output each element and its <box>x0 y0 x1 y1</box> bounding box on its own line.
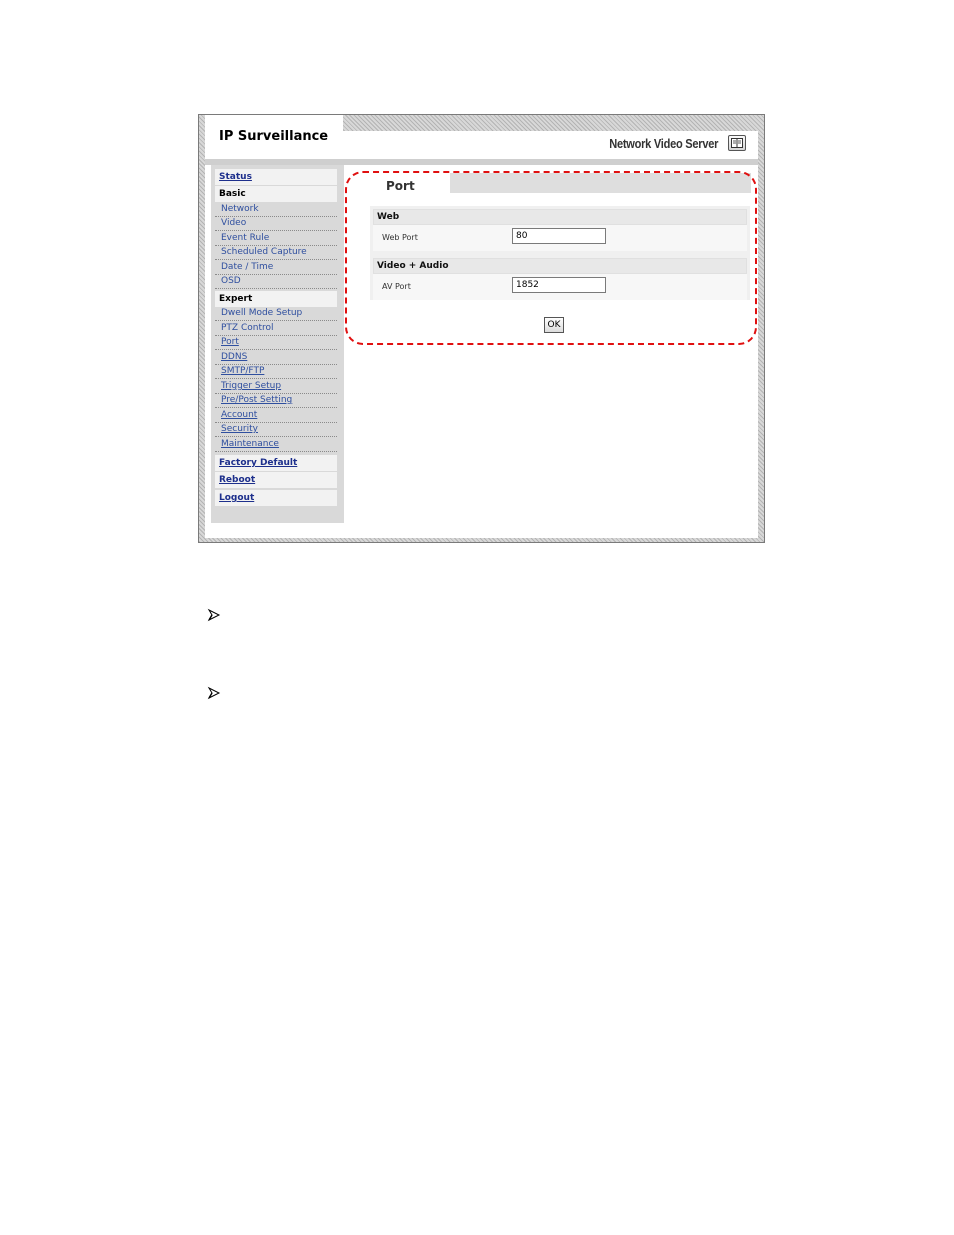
tab-port: Port <box>356 173 450 199</box>
sidebar-item-reboot[interactable]: Reboot <box>215 472 337 488</box>
page-title: Port <box>386 179 415 193</box>
port-form: Web Web Port Video + Audio AV Port <box>370 206 750 300</box>
sidebar-item-port[interactable]: Port <box>215 336 337 350</box>
web-port-input[interactable] <box>512 228 606 244</box>
sidebar-item-event-rule[interactable]: Event Rule <box>215 232 337 246</box>
sidebar: Status Basic Network Video Event Rule Sc… <box>211 165 344 523</box>
section-video-audio-header: Video + Audio <box>373 258 747 274</box>
sidebar-item-smtp-ftp[interactable]: SMTP/FTP <box>215 365 337 379</box>
sidebar-item-ddns[interactable]: DDNS <box>215 351 337 365</box>
sidebar-item-video[interactable]: Video <box>215 217 337 231</box>
ok-button[interactable]: OK <box>544 317 564 333</box>
av-port-label: AV Port <box>382 282 411 291</box>
arrow-bullet-icon <box>207 686 221 700</box>
sidebar-item-network[interactable]: Network <box>215 203 337 217</box>
sidebar-item-maintenance[interactable]: Maintenance <box>215 438 337 452</box>
sidebar-item-date-time[interactable]: Date / Time <box>215 261 337 275</box>
arrow-bullet-icon <box>207 608 221 622</box>
section-web-header: Web <box>373 209 747 225</box>
browser-screenshot: Network Video Server Status Basic Networ… <box>198 114 765 543</box>
av-port-row: AV Port <box>373 274 747 300</box>
av-port-input[interactable] <box>512 277 606 293</box>
sidebar-item-account[interactable]: Account <box>215 409 337 423</box>
web-port-label: Web Port <box>382 233 418 242</box>
app-title: IP Surveillance <box>219 129 329 144</box>
sidebar-item-ptz-control[interactable]: PTZ Control <box>215 322 337 336</box>
sidebar-item-logout[interactable]: Logout <box>215 490 337 506</box>
book-icon <box>731 138 743 148</box>
sidebar-item-status[interactable]: Status <box>215 169 337 185</box>
sidebar-item-trigger-setup[interactable]: Trigger Setup <box>215 380 337 394</box>
web-port-row: Web Port <box>373 225 747 251</box>
sidebar-heading-expert: Expert <box>215 291 337 307</box>
sidebar-item-security[interactable]: Security <box>215 423 337 437</box>
sidebar-item-pre-post-setting[interactable]: Pre/Post Setting <box>215 394 337 408</box>
tab-strip <box>450 173 751 193</box>
sidebar-item-factory-default[interactable]: Factory Default <box>215 455 337 471</box>
sidebar-item-osd[interactable]: OSD <box>215 275 337 289</box>
product-name: Network Video Server <box>609 136 718 151</box>
sidebar-heading-basic: Basic <box>215 186 337 202</box>
manual-button[interactable] <box>728 135 746 151</box>
app-title-tab: IP Surveillance <box>205 115 343 155</box>
sidebar-item-scheduled-capture[interactable]: Scheduled Capture <box>215 246 337 260</box>
page-content: Network Video Server Status Basic Networ… <box>205 131 758 538</box>
sidebar-item-dwell-mode-setup[interactable]: Dwell Mode Setup <box>215 307 337 321</box>
